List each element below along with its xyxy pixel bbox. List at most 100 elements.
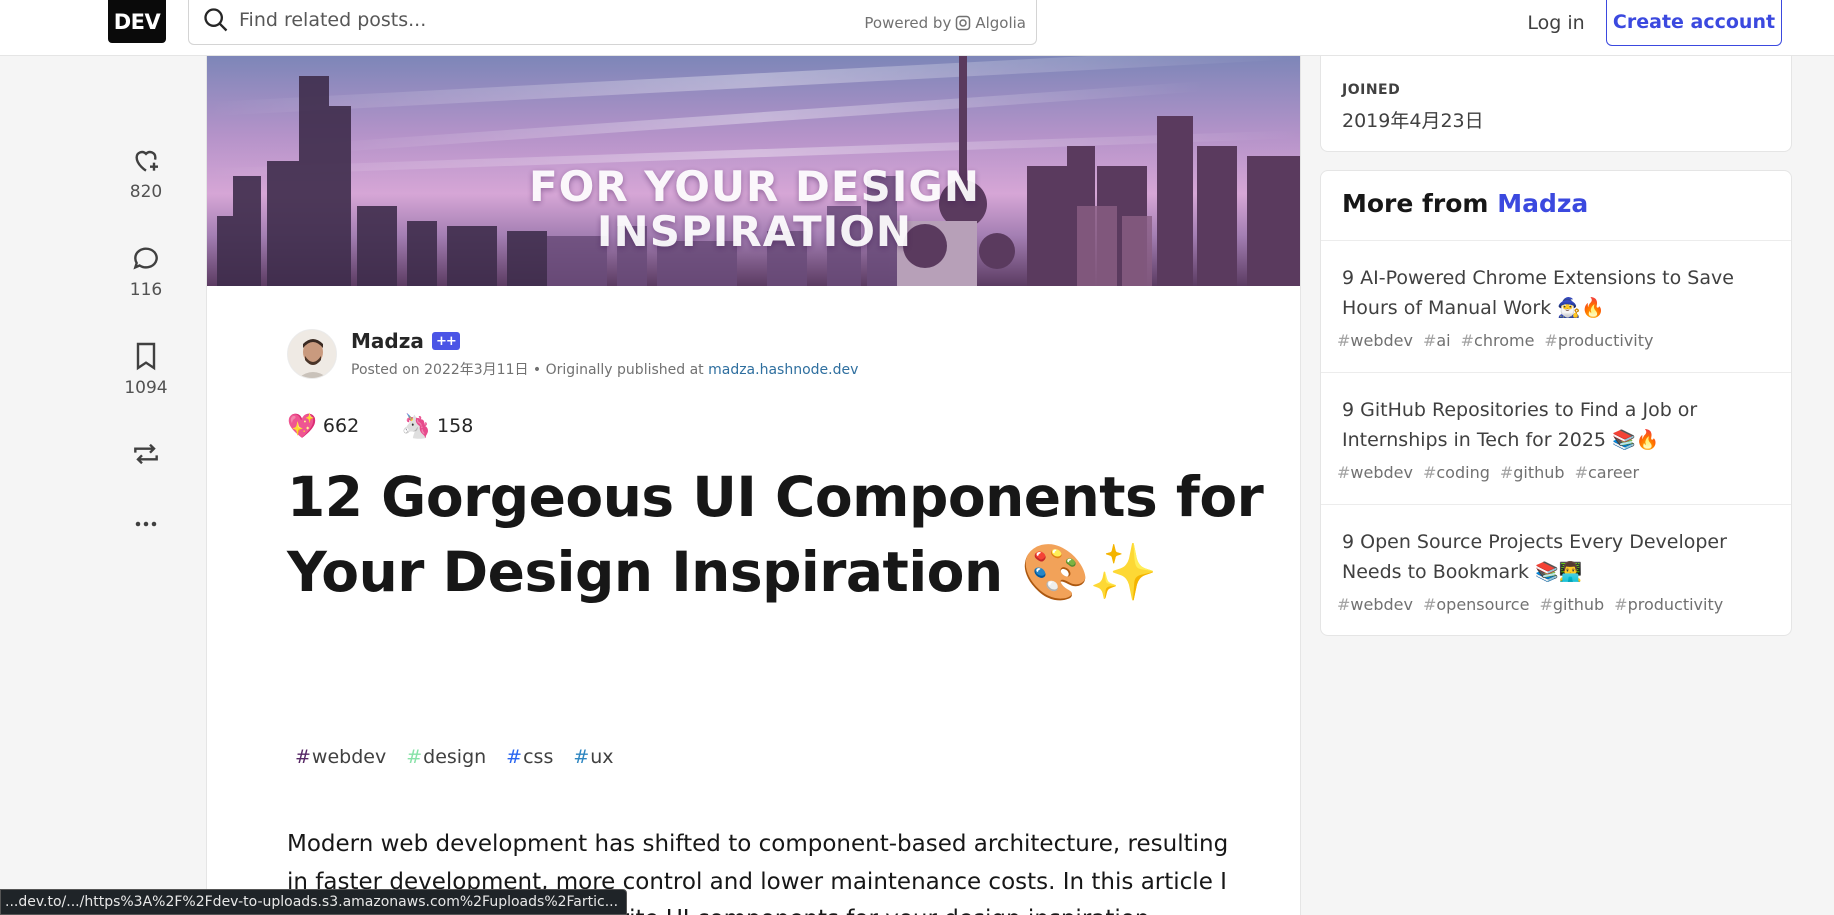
tag-label: design [423,746,487,768]
powered-by-label: Powered by [864,14,952,32]
bookmark-icon [136,342,156,371]
heart-plus-icon [135,150,158,172]
author-portrait [288,330,336,378]
joined-label: JOINED [1342,82,1401,98]
article-tags: #webdev #design #css #ux [295,746,614,768]
reaction-heart[interactable]: 💖 662 [287,414,359,438]
article-card: FOR YOUR DESIGN INSPIRATION Madza ++ Pos… [206,56,1301,915]
pro-badge-icon: ++ [431,332,460,350]
comment-action[interactable]: 116 [110,242,182,300]
related-tag[interactable]: #chrome [1461,331,1535,350]
author-meta: Madza ++ Posted on 2022年3月11日 • Original… [351,329,858,379]
related-tag-label: webdev [1350,331,1413,350]
related-tag-label: webdev [1350,595,1413,614]
related-tag-label: ai [1436,331,1451,350]
unicorn-icon: 🦄 [401,412,432,440]
tag-label: css [523,746,554,768]
author-profile-card: JOINED 2019年4月23日 [1320,56,1792,152]
list-item[interactable]: 9 Open Source Projects Every Developer N… [1321,505,1791,635]
related-tag[interactable]: #productivity [1614,595,1723,614]
joined-date: 2019年4月23日 [1342,110,1484,132]
more-from-author-link[interactable]: Madza [1497,189,1588,218]
search-input[interactable] [239,6,739,34]
related-tag[interactable]: #coding [1423,463,1490,482]
author-row: Madza ++ Posted on 2022年3月11日 • Original… [287,328,858,380]
list-item[interactable]: 9 GitHub Repositories to Find a Job or I… [1321,373,1791,505]
posted-date: Posted on 2022年3月11日 • Originally publis… [351,362,709,378]
cover-headline: FOR YOUR DESIGN INSPIRATION [207,162,1300,256]
canonical-link[interactable]: madza.hashnode.dev [708,362,858,378]
create-account-button[interactable]: Create account [1606,0,1782,46]
link-status-bar: ...dev.to/.../https%3A%2F%2Fdev-to-uploa… [0,889,628,915]
related-tag-label: github [1513,463,1565,482]
more-horizontal-icon [135,521,157,527]
tag-webdev[interactable]: #webdev [295,746,386,768]
related-tag-label: productivity [1557,331,1654,350]
site-header: DEV Powered by Algolia Log in Create acc… [0,0,1834,56]
like-action[interactable]: 820 [110,144,182,202]
more-from-author: More from Madza 9 AI-Powered Chrome Exte… [1320,170,1792,636]
login-link[interactable]: Log in [1508,8,1604,38]
algolia-attribution[interactable]: Powered by Algolia [864,14,1026,32]
search-bar[interactable]: Powered by Algolia [188,0,1037,45]
dev-logo[interactable]: DEV [108,0,166,43]
reaction-unicorn[interactable]: 🦄 158 [401,414,473,438]
tag-hash: # [506,746,523,768]
related-post-title[interactable]: 9 AI-Powered Chrome Extensions to Save H… [1342,263,1771,323]
more-from-heading: More from Madza [1321,171,1791,241]
more-actions[interactable] [110,508,182,540]
like-count: 820 [129,182,163,202]
related-tag-label: productivity [1627,595,1724,614]
author-name[interactable]: Madza [351,329,424,353]
tag-css[interactable]: #css [506,746,553,768]
avatar[interactable] [287,329,337,379]
sparkle-heart-icon: 💖 [287,412,317,440]
cover-line-2: INSPIRATION [596,207,913,256]
tag-hash: # [406,746,423,768]
related-post-tags: #webdev #opensource #github #productivit… [1337,595,1771,614]
algolia-icon [956,15,971,31]
tag-ux[interactable]: #ux [573,746,613,768]
save-action[interactable]: 1094 [110,340,182,398]
related-tag[interactable]: #career [1575,463,1640,482]
author-line: Madza ++ [351,329,858,353]
article-title: 12 Gorgeous UI Components for Your Desig… [287,465,1264,604]
related-tag-label: career [1587,463,1640,482]
tag-hash: # [295,746,311,768]
related-post-title[interactable]: 9 GitHub Repositories to Find a Job or I… [1342,395,1771,455]
related-post-title[interactable]: 9 Open Source Projects Every Developer N… [1342,527,1771,587]
save-count: 1094 [124,378,168,398]
tag-hash: # [573,746,590,768]
tag-design[interactable]: #design [406,746,486,768]
list-item[interactable]: 9 AI-Powered Chrome Extensions to Save H… [1321,241,1791,373]
comment-icon [133,247,158,270]
related-tag-label: chrome [1474,331,1535,350]
related-tag-label: github [1552,595,1605,614]
algolia-label: Algolia [975,14,1026,32]
related-post-tags: #webdev #coding #github #career [1337,463,1771,482]
related-tag-label: opensource [1436,595,1530,614]
reaction-heart-count: 662 [322,415,360,437]
related-tag[interactable]: #github [1500,463,1565,482]
related-tag[interactable]: #webdev [1337,595,1413,614]
related-tag[interactable]: #webdev [1337,463,1413,482]
repost-icon [134,443,158,465]
related-tag[interactable]: #productivity [1544,331,1653,350]
cover-line-1: FOR YOUR DESIGN [528,162,981,211]
comment-count: 116 [129,280,163,300]
related-tag-label: coding [1436,463,1490,482]
tag-label: ux [590,746,614,768]
share-action[interactable] [110,438,182,470]
related-tag[interactable]: #opensource [1423,595,1529,614]
related-tag-label: webdev [1350,463,1413,482]
reaction-unicorn-count: 158 [437,415,474,437]
more-from-label: More from [1342,189,1489,218]
search-icon [204,8,228,32]
cover-image: FOR YOUR DESIGN INSPIRATION [207,56,1300,286]
related-tag[interactable]: #github [1539,595,1604,614]
related-post-tags: #webdev #ai #chrome #productivity [1337,331,1771,350]
posted-info: Posted on 2022年3月11日 • Originally publis… [351,359,858,379]
tag-label: webdev [311,746,387,768]
related-tag[interactable]: #ai [1423,331,1451,350]
related-tag[interactable]: #webdev [1337,331,1413,350]
